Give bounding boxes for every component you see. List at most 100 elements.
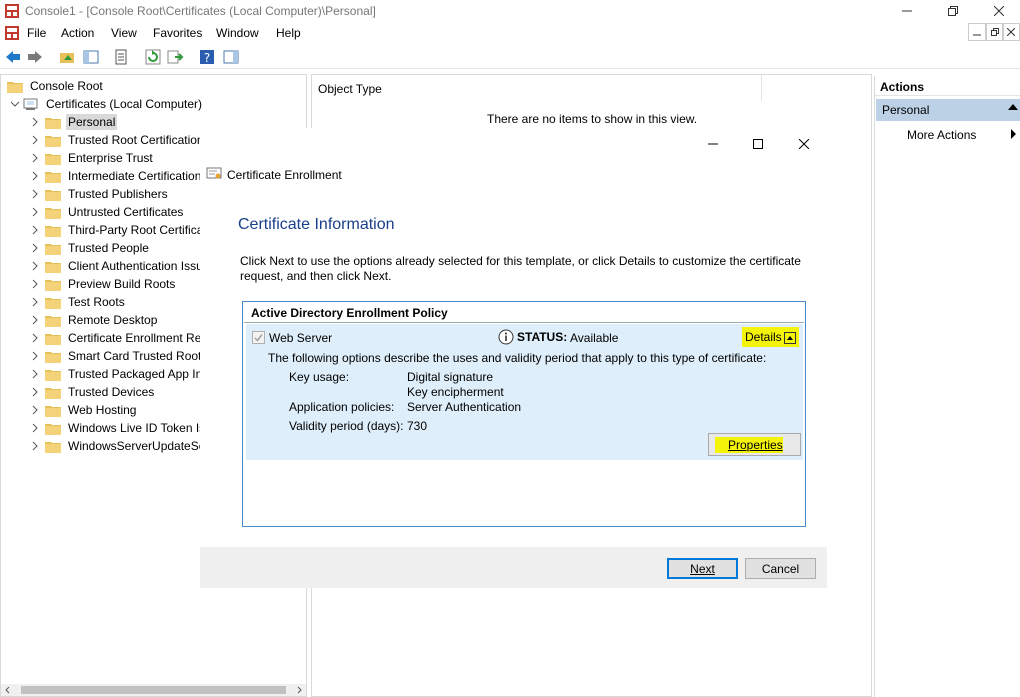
tree-label: Certificate Enrollment Re (68, 331, 202, 345)
tree-item[interactable]: Intermediate Certification (29, 167, 203, 185)
menu-help[interactable]: Help (276, 26, 301, 40)
folder-icon (45, 117, 61, 129)
refresh-icon[interactable] (144, 48, 162, 66)
chevron-right-icon[interactable] (29, 152, 41, 164)
chevron-right-icon[interactable] (29, 296, 41, 308)
actions-section-personal[interactable]: Personal (876, 99, 1020, 121)
tree-item[interactable]: Certificate Enrollment Re (29, 329, 203, 347)
export-list-icon[interactable] (166, 48, 184, 66)
mdi-minimize-button[interactable] (968, 23, 986, 41)
tree-item[interactable]: Third-Party Root Certifica (29, 221, 205, 239)
tree-item[interactable]: Trusted Devices (29, 383, 156, 401)
properties-button-label: Properties (728, 438, 783, 452)
tree-item[interactable]: Windows Live ID Token Iss (29, 419, 213, 437)
certificate-template-name: Web Server (269, 331, 333, 345)
help-icon[interactable]: ? (198, 48, 216, 66)
chevron-right-icon[interactable] (29, 350, 41, 362)
chevron-right-icon[interactable] (29, 368, 41, 380)
collapse-up-icon[interactable] (1008, 104, 1018, 110)
show-hide-tree-icon[interactable] (82, 48, 100, 66)
tree-item-certificates[interactable]: Certificates (Local Computer) (9, 95, 204, 113)
mmc-app-icon (5, 4, 19, 18)
chevron-right-icon[interactable] (29, 134, 41, 146)
chevron-right-icon[interactable] (29, 278, 41, 290)
up-folder-icon[interactable] (58, 48, 76, 66)
chevron-down-icon[interactable] (9, 98, 21, 110)
dialog-close-button[interactable] (781, 133, 827, 155)
tree-item[interactable]: Trusted Root Certification (29, 131, 206, 149)
tree-item[interactable]: Enterprise Trust (29, 149, 155, 167)
horizontal-scrollbar[interactable] (1, 684, 306, 696)
tree-item[interactable]: WindowsServerUpdateSer (29, 437, 211, 455)
chevron-right-icon[interactable] (29, 332, 41, 344)
minimize-button[interactable] (884, 0, 930, 22)
chevron-left-icon[interactable] (4, 686, 12, 694)
scrollbar-thumb[interactable] (21, 686, 286, 694)
menu-window[interactable]: Window (216, 26, 259, 40)
chevron-right-icon[interactable] (29, 188, 41, 200)
folder-icon (45, 387, 61, 399)
properties-button[interactable]: Properties (708, 433, 801, 456)
chevron-right-icon[interactable] (29, 386, 41, 398)
chevron-right-icon[interactable] (29, 224, 41, 236)
tree-item[interactable]: Remote Desktop (29, 311, 159, 329)
close-icon (994, 6, 1004, 16)
folder-icon (45, 261, 61, 273)
chevron-up-icon[interactable] (783, 331, 796, 344)
certificate-enrollment-dialog: Certificate Enrollment Certificate Infor… (200, 128, 827, 588)
tree-item[interactable]: Personal (29, 113, 118, 131)
tree-item[interactable]: Trusted Packaged App Ins (29, 365, 210, 383)
more-actions-link[interactable]: More Actions (907, 128, 976, 142)
chevron-right-icon[interactable] (29, 422, 41, 434)
tree-item[interactable]: Client Authentication Issu (29, 257, 205, 275)
restore-button[interactable] (930, 0, 976, 22)
dialog-maximize-button[interactable] (735, 133, 781, 155)
chevron-right-icon[interactable] (295, 686, 303, 694)
menu-action[interactable]: Action (61, 26, 94, 40)
chevron-right-icon[interactable] (1011, 129, 1016, 139)
folder-icon (7, 81, 23, 93)
close-button[interactable] (976, 0, 1020, 22)
cancel-button[interactable]: Cancel (745, 558, 816, 579)
tree-label: Trusted People (68, 241, 149, 255)
mdi-close-button[interactable] (1002, 23, 1020, 41)
tree-item-console-root[interactable]: Console Root (7, 77, 105, 95)
menu-view[interactable]: View (111, 26, 137, 40)
tree-label: Trusted Publishers (68, 187, 168, 201)
tree-item[interactable]: Web Hosting (29, 401, 138, 419)
tree-label: Windows Live ID Token Iss (68, 421, 212, 435)
folder-icon (45, 135, 61, 147)
tree-item[interactable]: Untrusted Certificates (29, 203, 185, 221)
chevron-right-icon[interactable] (29, 260, 41, 272)
chevron-right-icon[interactable] (29, 404, 41, 416)
show-hide-action-pane-icon[interactable] (222, 48, 240, 66)
chevron-right-icon[interactable] (29, 440, 41, 452)
menu-favorites[interactable]: Favorites (153, 26, 202, 40)
tree-label: Untrusted Certificates (68, 205, 184, 219)
chevron-right-icon[interactable] (29, 314, 41, 326)
tree-item[interactable]: Smart Card Trusted Roots (29, 347, 209, 365)
next-button[interactable]: Next (667, 558, 738, 579)
tree-item[interactable]: Test Roots (29, 293, 127, 311)
tree-item[interactable]: Trusted People (29, 239, 151, 257)
certificate-template-row: Web Server STATUS: Available Details The… (246, 324, 803, 460)
tree-label: Third-Party Root Certifica (68, 223, 204, 237)
tree-item[interactable]: Trusted Publishers (29, 185, 170, 203)
back-icon[interactable] (4, 48, 22, 66)
tree-item[interactable]: Preview Build Roots (29, 275, 177, 293)
dialog-intro-text: Click Next to use the options already se… (240, 254, 801, 283)
chevron-right-icon[interactable] (29, 242, 41, 254)
properties-icon[interactable] (112, 48, 130, 66)
details-toggle[interactable]: Details (742, 327, 799, 347)
forward-icon[interactable] (26, 48, 44, 66)
menu-file[interactable]: File (27, 26, 46, 40)
folder-icon (45, 423, 61, 435)
console-icon[interactable] (3, 24, 21, 42)
chevron-right-icon[interactable] (29, 206, 41, 218)
column-header-object-type[interactable]: Object Type (312, 75, 762, 101)
chevron-right-icon[interactable] (29, 170, 41, 182)
dialog-minimize-button[interactable] (690, 133, 736, 155)
restore-icon (991, 28, 999, 36)
web-server-checkbox[interactable] (252, 331, 265, 344)
chevron-right-icon[interactable] (29, 116, 41, 128)
